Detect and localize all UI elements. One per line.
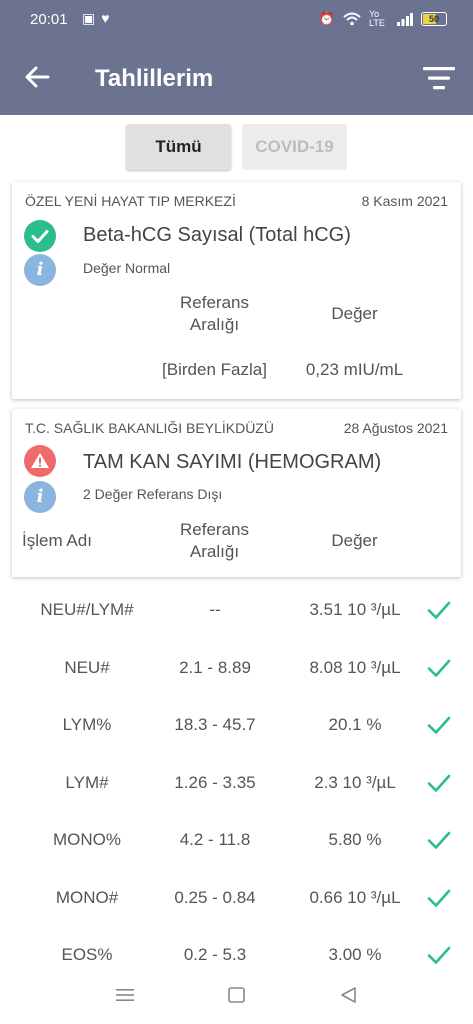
test-item-ref: 1.26 - 3.35 [174, 773, 256, 792]
ref-header-line1: Referans [180, 293, 249, 312]
table-row: NEU# 2.1 - 8.89 8.08 10 ³/µL [0, 640, 473, 698]
back-arrow-icon[interactable] [22, 62, 52, 92]
check-icon [427, 601, 451, 619]
test-item-value: 2.3 10 ³/µL [314, 773, 396, 792]
test-item-ref: 18.3 - 45.7 [174, 715, 256, 734]
ref-header-line2: Aralığı [189, 542, 240, 561]
ref-range-value: [Birden Fazla] [162, 360, 267, 379]
test-item-name: LYM# [65, 773, 109, 792]
table-row: MONO% 4.2 - 11.8 5.80 % [0, 812, 473, 870]
ref-header-line2: Aralığı [189, 315, 240, 334]
test-item-value: 20.1 % [328, 715, 382, 734]
test-item-name: NEU#/LYM# [40, 600, 134, 619]
tab-all[interactable]: Tümü [126, 124, 231, 170]
status-time: 20:01 [30, 11, 68, 28]
test-item-value: 8.08 10 ³/µL [309, 658, 401, 677]
test-item-ref: 2.1 - 8.89 [179, 658, 251, 677]
institution-name: ÖZEL YENİ HAYAT TIP MERKEZİ [25, 193, 236, 209]
info-icon: i [24, 481, 56, 513]
battery-level: 50 [428, 14, 439, 24]
ref-range-header: Referans Aralığı [152, 292, 277, 336]
system-nav-bar [0, 968, 473, 1024]
test-item-name: NEU# [64, 658, 110, 677]
table-row: MONO# 0.25 - 0.84 0.66 10 ³/µL [0, 870, 473, 928]
alarm-icon: ⏰ [318, 11, 335, 26]
value-header: Değer [331, 531, 378, 550]
page-title: Tahlillerim [95, 65, 214, 92]
test-item-name: LYM% [62, 715, 112, 734]
test-item-ref: 0.2 - 5.3 [183, 945, 247, 964]
app-bar: Tahlillerim [0, 42, 473, 115]
filter-icon[interactable] [421, 64, 457, 92]
status-right-icons: ⏰ Yo LTE 50 [319, 10, 447, 28]
home-nav-icon[interactable] [225, 984, 249, 1006]
procedure-name-header: İşlem Adı [22, 531, 92, 550]
test-item-value: 0.66 10 ³/µL [309, 888, 401, 907]
test-item-ref: 0.25 - 0.84 [174, 888, 256, 907]
wifi-icon [343, 12, 361, 26]
warning-icon [24, 445, 56, 477]
test-card-beta-hcg[interactable]: ÖZEL YENİ HAYAT TIP MERKEZİ 8 Kasım 2021… [12, 182, 461, 399]
tab-covid19[interactable]: COVID-19 [242, 124, 347, 170]
check-icon [427, 831, 451, 849]
table-row: LYM% 18.3 - 45.7 20.1 % [0, 697, 473, 755]
result-value: 0,23 mIU/mL [305, 360, 404, 379]
test-item-value: 5.80 % [328, 830, 382, 849]
result-note: Değer Normal [83, 260, 171, 276]
check-icon [427, 774, 451, 792]
test-date: 28 Ağustos 2021 [343, 420, 448, 436]
test-item-value: 3.00 % [328, 945, 382, 964]
ref-header-line1: Referans [180, 520, 249, 539]
cube-icon: ▣ [82, 10, 102, 26]
table-row: LYM# 1.26 - 3.35 2.3 10 ³/µL [0, 755, 473, 813]
test-item-name: MONO% [53, 830, 121, 849]
check-icon [427, 659, 451, 677]
check-icon [427, 716, 451, 734]
test-card-hemogram[interactable]: T.C. SAĞLIK BAKANLIĞI BEYLİKDÜZÜ 28 Ağus… [12, 409, 461, 577]
status-left-icons: ▣♥ [82, 10, 116, 27]
battery-icon: 50 [421, 12, 447, 26]
ref-range-header: Referans Aralığı [152, 519, 277, 563]
heart-365-icon: ♥ [101, 10, 116, 26]
test-name: Beta-hCG Sayısal (Total hCG) [83, 224, 351, 246]
test-item-name: MONO# [55, 888, 119, 907]
check-icon [427, 889, 451, 907]
test-name: TAM KAN SAYIMI (HEMOGRAM) [83, 451, 382, 473]
menu-nav-icon[interactable] [113, 984, 137, 1006]
test-item-ref: 4.2 - 11.8 [179, 830, 251, 849]
institution-name: T.C. SAĞLIK BAKANLIĞI BEYLİKDÜZÜ [25, 420, 274, 436]
check-circle-icon [24, 220, 56, 252]
back-nav-icon[interactable] [337, 984, 361, 1006]
signal-icon [397, 12, 413, 26]
status-bar: 20:01 ▣♥ ⏰ Yo LTE 50 [0, 0, 473, 42]
value-header: Değer [331, 304, 378, 323]
test-item-ref: -- [209, 600, 221, 619]
lte-icon: Yo LTE [369, 9, 385, 28]
test-item-name: EOS% [61, 945, 113, 964]
test-date: 8 Kasım 2021 [361, 193, 448, 209]
result-note: 2 Değer Referans Dışı [83, 486, 223, 502]
test-item-value: 3.51 10 ³/µL [309, 600, 401, 619]
table-row: NEU#/LYM# -- 3.51 10 ³/µL [0, 582, 473, 640]
info-icon: i [24, 254, 56, 286]
check-icon [427, 946, 451, 964]
